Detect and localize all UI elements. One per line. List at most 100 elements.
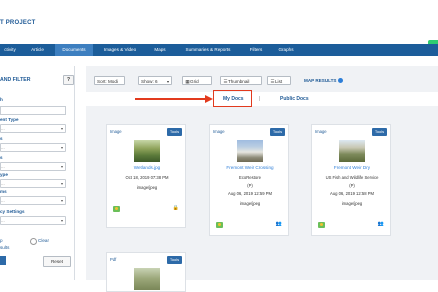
card-title[interactable]: Wetlands.jpg	[107, 165, 187, 170]
card-title[interactable]: Fremont Weir Crossing	[210, 165, 290, 170]
main-nav: ctivity Article Documents Images & Video…	[0, 44, 438, 56]
show-select[interactable]: Show: 6 ▾	[138, 76, 172, 85]
filter-3-select[interactable]: ... ▾	[0, 162, 66, 171]
card-mime: image/jpeg	[239, 201, 261, 206]
search-input[interactable]	[0, 106, 66, 115]
clear-radio[interactable]	[30, 238, 37, 245]
grid-view-button[interactable]: ▦Grid	[182, 76, 212, 85]
doc-card[interactable]: Image Tools Fremont Weir Crossing EcoRes…	[209, 124, 289, 236]
thumbnail-view-button[interactable]: ☰Thumbnail	[220, 76, 262, 85]
tab-separator: |	[259, 96, 261, 102]
card-owner: EcoRestore	[239, 175, 261, 180]
chevron-down-icon: ▾	[60, 181, 63, 186]
content-type-label: ent Type	[0, 117, 19, 122]
filter-3-value: ...	[1, 164, 5, 169]
card-type: Pdf	[110, 257, 117, 262]
tools-button[interactable]: Tools	[167, 128, 182, 136]
list-label: List	[275, 79, 283, 84]
reset-button[interactable]: Reset	[43, 256, 71, 267]
doc-card[interactable]: Image Tools Wetlands.jpg Oct 18, 2019 07…	[106, 124, 186, 228]
add-to-map-icon[interactable]	[318, 222, 325, 228]
grid-label: Grid	[190, 79, 199, 84]
items-label: ms	[0, 189, 7, 194]
annotation-highlight	[213, 90, 252, 107]
results-label: sults	[0, 245, 10, 250]
filter-2-label: s	[0, 136, 3, 141]
nav-filters[interactable]: Filters	[244, 44, 268, 56]
card-type: Image	[315, 129, 327, 134]
card-thumbnail[interactable]	[134, 140, 160, 162]
items-value: ...	[1, 198, 5, 203]
search-button[interactable]	[0, 256, 6, 265]
nav-activity[interactable]: ctivity	[0, 44, 20, 56]
info-icon	[337, 78, 343, 84]
doc-card[interactable]: Image Tools Fremont Weir Dry US Fish and…	[311, 124, 391, 236]
chevron-down-icon: ▾	[60, 198, 63, 203]
top-header: T PROJECT	[0, 0, 438, 44]
file-type-value: ...	[1, 181, 5, 186]
documents-main: Sort: Modi Show: 6 ▾ ▦Grid ☰Thumbnail ☰Li…	[86, 66, 438, 292]
privacy-settings-value: ...	[1, 218, 5, 223]
map-results-link[interactable]: MAP RESULTS	[304, 76, 343, 85]
card-access: (P)	[349, 183, 355, 188]
doc-card[interactable]: Pdf Tools	[106, 252, 186, 292]
annotation-arrow	[135, 98, 207, 100]
annotation-arrow-head	[205, 95, 213, 103]
filter-2-value: ...	[1, 145, 5, 150]
content-type-select[interactable]: ... ▾	[0, 124, 66, 133]
content-type-value: ...	[1, 126, 5, 131]
card-mime: image/jpeg	[341, 201, 363, 206]
card-date: Oct 18, 2019 07:38 PM	[125, 175, 169, 180]
nav-images-video[interactable]: Images & Video	[97, 44, 143, 56]
filter-sidebar: AND FILTER ? h ent Type ... ▾ s ... ▾ s ..…	[0, 66, 75, 280]
search-label: h	[0, 97, 3, 102]
chevron-down-icon: ▾	[60, 164, 63, 169]
card-type: Image	[213, 129, 225, 134]
card-access: (P)	[247, 183, 253, 188]
items-select[interactable]: ... ▾	[0, 196, 66, 205]
card-mime: image/jpeg	[136, 185, 158, 190]
card-date: Aug 06, 2019 12:59 PM	[227, 191, 272, 196]
card-date: Aug 06, 2019 12:58 PM	[329, 191, 374, 196]
file-type-label: ype	[0, 172, 8, 177]
privacy-settings-select[interactable]: ... ▾	[0, 216, 66, 225]
sort-select[interactable]: Sort: Modi	[94, 76, 125, 85]
sidebar-title: AND FILTER	[0, 77, 31, 83]
card-owner: US Fish and Wildlife Service	[325, 175, 379, 180]
list-view-button[interactable]: ☰List	[267, 76, 291, 85]
file-type-select[interactable]: ... ▾	[0, 179, 66, 188]
project-title: T PROJECT	[0, 20, 36, 26]
filter-2-select[interactable]: ... ▾	[0, 143, 66, 152]
card-thumbnail[interactable]	[339, 140, 365, 162]
thumbnail-label: Thumbnail	[228, 79, 250, 84]
card-title[interactable]: Fremont Weir Dry	[312, 165, 392, 170]
map-results-label: MAP RESULTS	[304, 78, 337, 83]
show-label: Show: 6	[141, 79, 158, 84]
group-icon: 👥	[377, 221, 384, 227]
card-thumbnail[interactable]	[134, 268, 160, 290]
chevron-down-icon: ▾	[166, 79, 169, 84]
add-to-map-icon[interactable]	[113, 206, 120, 212]
tools-button[interactable]: Tools	[372, 128, 387, 136]
nav-documents[interactable]: Documents	[55, 44, 93, 56]
lock-icon: 🔒	[172, 205, 179, 211]
card-type: Image	[110, 129, 122, 134]
clear-label[interactable]: Clear	[38, 238, 49, 243]
sort-label: Sort: Modi	[97, 79, 118, 84]
tools-button[interactable]: Tools	[270, 128, 285, 136]
map-label: p	[0, 238, 3, 243]
filter-3-label: s	[0, 155, 3, 160]
card-thumbnail[interactable]	[237, 140, 263, 162]
chevron-down-icon: ▾	[60, 126, 63, 131]
add-to-map-icon[interactable]	[216, 222, 223, 228]
nav-article[interactable]: Article	[25, 44, 50, 56]
tools-button[interactable]: Tools	[167, 256, 182, 264]
nav-graphs[interactable]: Graphs	[272, 44, 300, 56]
chevron-down-icon: ▾	[60, 218, 63, 223]
group-icon: 👥	[275, 221, 282, 227]
privacy-settings-label: cy Settings	[0, 209, 25, 214]
nav-summaries-reports[interactable]: Summaries & Reports	[176, 44, 240, 56]
tab-public-docs[interactable]: Public Docs	[280, 96, 309, 102]
help-button[interactable]: ?	[63, 75, 74, 85]
nav-maps[interactable]: Maps	[148, 44, 172, 56]
